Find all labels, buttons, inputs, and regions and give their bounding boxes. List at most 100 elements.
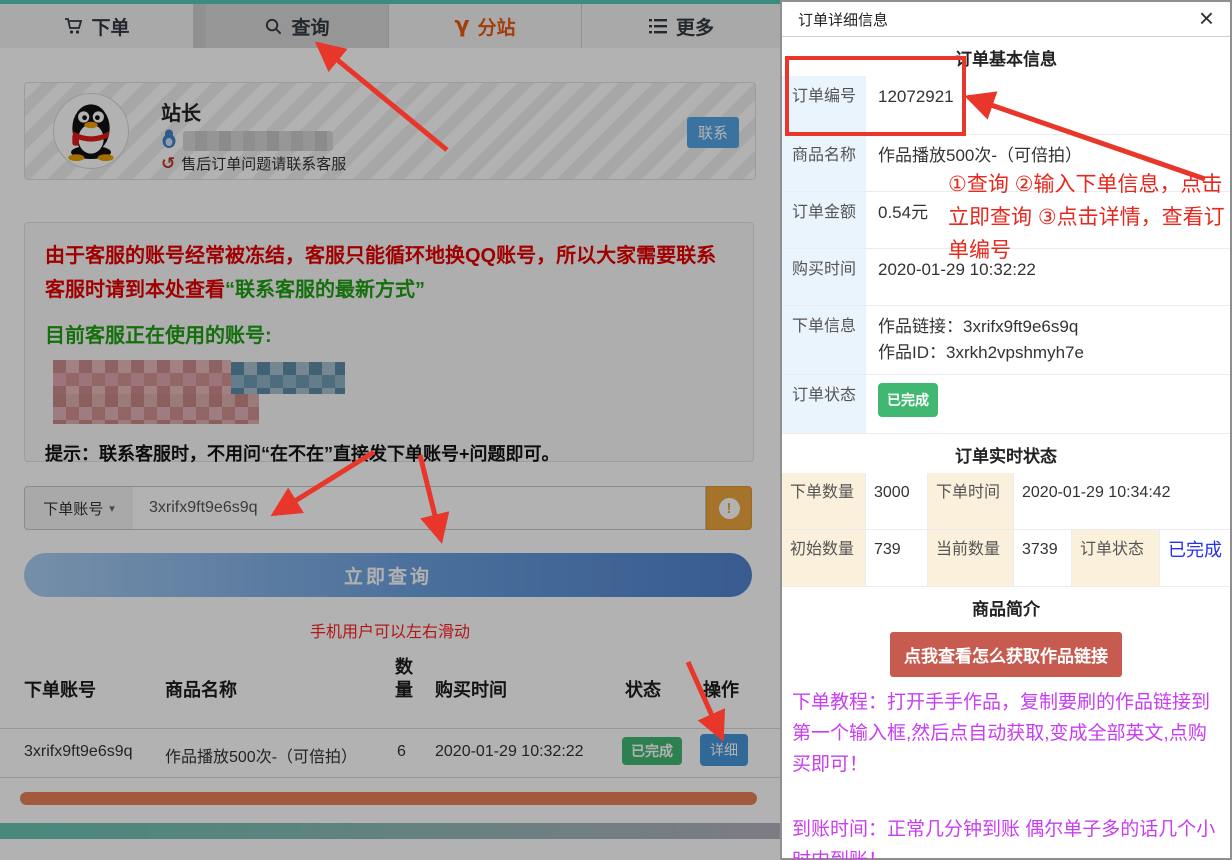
tab-query-label: 查询 — [291, 13, 329, 40]
notice-box: 由于客服的账号经常被冻结，客服只能循环地换QQ账号，所以大家需要联系客服时请到本… — [24, 222, 754, 462]
basic-info-section-title: 订单基本信息 — [782, 37, 1230, 76]
drawer-header: 订单详细信息 × — [782, 2, 1230, 37]
row-order-status: 订单状态 已完成 — [782, 375, 1230, 434]
tab-more-label: 更多 — [676, 13, 714, 40]
after-sale-row: ↺ 售后订单问题请联系客服 — [161, 153, 346, 174]
col-header-account: 下单账号 — [24, 676, 96, 702]
basic-info-table: 订单编号 12072921 商品名称 作品播放500次-（可倍拍） 订单金额 0… — [782, 76, 1230, 434]
product-button-wrap: 点我查看怎么获取作品链接 — [782, 632, 1230, 677]
pixelated-block-pink-2 — [53, 394, 259, 424]
blurred-account — [183, 131, 333, 151]
detail-button[interactable]: 详细 — [700, 734, 748, 766]
tab-order[interactable]: 下单 — [0, 4, 193, 48]
after-sale-note: 售后订单问题请联系客服 — [181, 153, 346, 174]
history-icon: ↺ — [161, 155, 175, 172]
main-page: 下单 查询 γ 分站 更多 — [0, 0, 780, 860]
account-type-select[interactable]: 下单账号 ▾ — [24, 486, 134, 530]
exclamation-icon: ! — [719, 498, 740, 519]
status-badge: 已完成 — [622, 737, 682, 765]
row-purchase-time: 购买时间 2020-01-29 10:32:22 — [782, 249, 1230, 306]
value-order-info: 作品链接：3xrifx9ft9e6s9q 作品ID：3xrkh2vpshmyh7… — [866, 306, 1230, 374]
horizontal-scrollbar[interactable] — [20, 792, 757, 805]
tutorial-text: 下单教程：打开手手作品，复制要刷的作品链接到第一个输入框,然后点自动获取,变成全… — [792, 687, 1220, 780]
label-order-status-rt: 订单状态 — [1072, 530, 1160, 586]
account-input[interactable] — [133, 486, 706, 530]
work-link: 作品链接：3xrifx9ft9e6s9q — [878, 314, 1218, 340]
value-product-name: 作品播放500次-（可倍拍） — [866, 135, 1230, 191]
value-current-quantity: 3739 — [1014, 530, 1072, 586]
qq-avatar — [53, 93, 129, 169]
label-order-id: 订单编号 — [782, 76, 866, 134]
tab-more[interactable]: 更多 — [582, 4, 780, 48]
close-icon[interactable]: × — [1193, 2, 1220, 34]
product-section-title: 商品简介 — [782, 587, 1230, 626]
label-purchase-time: 购买时间 — [782, 249, 866, 305]
arrival-text: 到账时间：正常几分钟到账 偶尔单子多的话几个小时内到账！ — [792, 814, 1220, 860]
tab-query[interactable]: 查询 — [206, 4, 388, 48]
realtime-table: 下单数量 3000 下单时间 2020-01-29 10:34:42 初始数量 … — [782, 473, 1230, 587]
label-product-name: 商品名称 — [782, 135, 866, 191]
row-order-amount: 订单金额 0.54元 — [782, 192, 1230, 249]
cell-quantity: 6 — [397, 743, 406, 761]
contact-button[interactable]: 联系 — [687, 117, 739, 148]
censored-accounts — [45, 360, 733, 426]
profile-account-row — [161, 129, 333, 153]
swipe-hint: 手机用户可以左右滑动 — [0, 618, 780, 642]
col-header-product: 商品名称 — [165, 676, 237, 702]
bottom-accent-bar — [0, 823, 780, 839]
col-header-time: 购买时间 — [435, 676, 507, 702]
row-order-id: 订单编号 12072921 — [782, 76, 1230, 135]
label-order-quantity: 下单数量 — [782, 473, 866, 529]
notice-tip: 提示：联系客服时，不用问“在不在”直接发下单账号+问题即可。 — [45, 440, 733, 466]
col-header-quantity: 数量 — [393, 656, 415, 703]
order-detail-drawer: 订单详细信息 × 订单基本信息 订单编号 12072921 商品名称 作品播放5… — [780, 0, 1232, 860]
realtime-row-1: 下单数量 3000 下单时间 2020-01-29 10:34:42 — [782, 473, 1230, 530]
profile-name: 站长 — [161, 97, 201, 126]
table-divider — [0, 728, 780, 729]
value-order-amount: 0.54元 — [866, 192, 1230, 248]
warning-button[interactable]: ! — [706, 486, 752, 530]
tab-order-label: 下单 — [91, 13, 129, 40]
cart-icon — [63, 16, 83, 36]
page: 下单 查询 γ 分站 更多 — [0, 0, 1232, 860]
cell-status: 已完成 — [622, 737, 682, 765]
status-badge-drawer: 已完成 — [878, 383, 938, 417]
pixelated-block-pink-1 — [53, 360, 231, 394]
value-order-status: 已完成 — [866, 375, 1230, 433]
label-initial-quantity: 初始数量 — [782, 530, 866, 586]
notice-red-text: 由于客服的账号经常被冻结，客服只能循环地换QQ账号，所以大家需要联系客服时请到本… — [45, 239, 733, 307]
label-current-quantity: 当前数量 — [928, 530, 1014, 586]
get-link-button[interactable]: 点我查看怎么获取作品链接 — [890, 632, 1122, 677]
profile-card: 站长 ↺ 售后订单问题请联系客服 联系 — [24, 82, 756, 180]
notice-current-account-label: 目前客服正在使用的账号: — [45, 319, 733, 348]
cell-product: 作品播放500次-（可倍拍） — [165, 743, 357, 767]
cell-account: 3xrifx9ft9e6s9q — [24, 743, 133, 761]
tab-substation[interactable]: γ 分站 — [389, 4, 581, 48]
branch-icon: γ — [454, 15, 469, 37]
table-divider-bottom — [0, 777, 780, 778]
query-now-button[interactable]: 立即查询 — [24, 553, 752, 597]
pixelated-block-blue — [231, 362, 345, 394]
chevron-down-icon: ▾ — [109, 502, 115, 515]
value-order-quantity: 3000 — [866, 473, 928, 529]
label-order-info: 下单信息 — [782, 306, 866, 374]
col-header-status: 状态 — [625, 676, 661, 702]
tab-substation-label: 分站 — [477, 13, 515, 40]
select-value: 下单账号 — [43, 498, 103, 519]
cell-time: 2020-01-29 10:32:22 — [435, 743, 584, 761]
search-icon — [264, 17, 283, 36]
value-order-status-rt[interactable]: 已完成 — [1160, 530, 1230, 586]
work-id: 作品ID：3xrkh2vpshmyh7e — [878, 340, 1218, 366]
list-icon — [648, 17, 668, 35]
row-order-info: 下单信息 作品链接：3xrifx9ft9e6s9q 作品ID：3xrkh2vps… — [782, 306, 1230, 375]
qq-penguin-icon — [161, 129, 177, 153]
col-header-action: 操作 — [703, 676, 739, 702]
realtime-row-2: 初始数量 739 当前数量 3739 订单状态 已完成 — [782, 530, 1230, 587]
top-nav: 下单 查询 γ 分站 更多 — [0, 4, 780, 48]
value-purchase-time: 2020-01-29 10:32:22 — [866, 249, 1230, 305]
notice-green-inline: “联系客服的最新方式” — [225, 279, 425, 301]
row-product-name: 商品名称 作品播放500次-（可倍拍） — [782, 135, 1230, 192]
value-order-time: 2020-01-29 10:34:42 — [1014, 473, 1230, 529]
label-order-amount: 订单金额 — [782, 192, 866, 248]
value-initial-quantity: 739 — [866, 530, 928, 586]
